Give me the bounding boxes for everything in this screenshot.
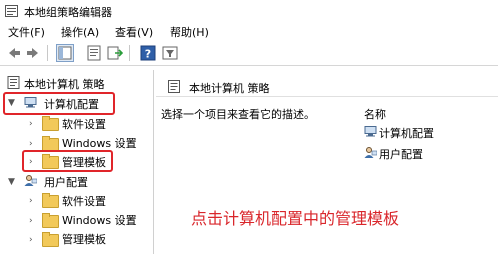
menu-action[interactable]: 操作(A) bbox=[61, 24, 99, 40]
expand-caret-icon[interactable]: › bbox=[29, 235, 33, 245]
folder-icon bbox=[42, 116, 59, 131]
expand-caret-icon[interactable]: › bbox=[29, 119, 33, 129]
policy-document-icon bbox=[168, 80, 180, 93]
title-bar: 本地组策略编辑器 bbox=[0, 0, 498, 22]
highlight-computer-config bbox=[3, 92, 115, 115]
computer-icon bbox=[364, 126, 377, 137]
column-header-name[interactable]: 名称 bbox=[364, 106, 386, 122]
policy-document-icon bbox=[7, 76, 20, 89]
menu-bar: 文件(F) 操作(A) 查看(V) 帮助(H) bbox=[0, 22, 498, 40]
svg-text:?: ? bbox=[145, 48, 151, 61]
toolbar-separator bbox=[47, 45, 48, 61]
tree-user-windows[interactable]: Windows 设置 bbox=[62, 212, 137, 228]
expand-caret-icon[interactable]: › bbox=[29, 196, 33, 206]
toolbar-separator bbox=[129, 45, 130, 61]
highlight-admin-templates bbox=[22, 150, 113, 172]
tree-user-admin-templates[interactable]: 管理模板 bbox=[62, 231, 106, 247]
detail-description: 选择一个项目来查看它的描述。 bbox=[161, 108, 315, 121]
show-hide-tree-icon[interactable] bbox=[56, 44, 74, 62]
detail-item-user-config[interactable]: 用户配置 bbox=[379, 146, 423, 162]
export-icon[interactable] bbox=[107, 45, 123, 61]
help-icon[interactable]: ? bbox=[140, 45, 156, 61]
annotation-text: 点击计算机配置中的管理模板 bbox=[191, 209, 400, 228]
folder-icon bbox=[42, 213, 59, 228]
filter-icon[interactable] bbox=[162, 45, 178, 61]
properties-icon[interactable] bbox=[86, 45, 102, 61]
collapse-caret-icon[interactable]: ▼ bbox=[8, 177, 15, 187]
folder-icon bbox=[42, 232, 59, 247]
user-icon bbox=[24, 175, 37, 186]
tree-computer-windows[interactable]: Windows 设置 bbox=[62, 135, 137, 151]
toolbar: ? bbox=[0, 41, 498, 66]
tree-root-label[interactable]: 本地计算机 策略 bbox=[24, 76, 105, 92]
tree-user-software[interactable]: 软件设置 bbox=[62, 193, 106, 209]
menu-help[interactable]: 帮助(H) bbox=[170, 24, 209, 40]
tree-user-config[interactable]: 用户配置 bbox=[44, 174, 88, 190]
menu-view[interactable]: 查看(V) bbox=[115, 24, 153, 40]
policy-app-icon bbox=[5, 5, 18, 17]
expand-caret-icon[interactable]: › bbox=[29, 216, 33, 226]
folder-icon bbox=[42, 193, 59, 208]
tree-computer-software[interactable]: 软件设置 bbox=[62, 116, 106, 132]
expand-caret-icon[interactable]: › bbox=[29, 139, 33, 149]
back-arrow-icon[interactable] bbox=[6, 45, 22, 61]
detail-header-title: 本地计算机 策略 bbox=[189, 82, 270, 95]
detail-item-computer-config[interactable]: 计算机配置 bbox=[379, 125, 434, 141]
user-icon bbox=[364, 147, 377, 158]
menu-file[interactable]: 文件(F) bbox=[8, 24, 45, 40]
forward-arrow-icon[interactable] bbox=[25, 45, 41, 61]
window-title: 本地组策略编辑器 bbox=[24, 6, 112, 19]
